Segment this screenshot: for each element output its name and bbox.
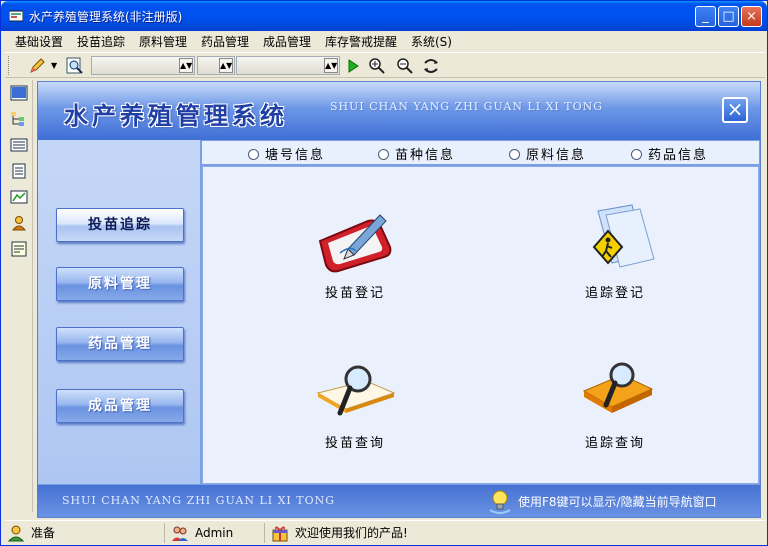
fry-query-function[interactable]: 投苗查询 <box>295 351 415 451</box>
zoom-in-icon[interactable] <box>367 56 387 76</box>
user-cell: Admin <box>169 523 265 543</box>
page-title: 水产养殖管理系统 <box>64 102 288 130</box>
app-window: 水产养殖管理系统(非注册版) _ □ × 基础设置 投苗追踪 原料管理 药品管理… <box>0 0 768 546</box>
lightbulb-icon <box>489 490 511 514</box>
nav-panel: 投苗追踪 原料管理 药品管理 成品管理 <box>38 140 200 484</box>
tab-strip: 塘号信息 苗种信息 原料信息 药品信息 <box>201 140 760 165</box>
refresh-icon[interactable] <box>421 56 441 76</box>
toolbar-combo-2[interactable]: ▲▼ <box>197 56 235 75</box>
menu-product-management[interactable]: 成品管理 <box>263 33 311 50</box>
window-icon[interactable] <box>10 85 28 101</box>
function-label: 投苗登记 <box>324 286 385 301</box>
toolbar-grip[interactable] <box>8 56 11 75</box>
close-button[interactable]: × <box>741 6 762 27</box>
radio-icon[interactable] <box>378 149 389 160</box>
nav-material-button[interactable]: 原料管理 <box>56 267 184 301</box>
menu-bar: 基础设置 投苗追踪 原料管理 药品管理 成品管理 库存警戒提醒 系统(S) <box>5 31 765 51</box>
tab-label: 原料信息 <box>526 148 587 163</box>
play-icon[interactable] <box>343 56 363 76</box>
chevron-down-icon[interactable]: ▲▼ <box>324 58 338 73</box>
tab-label: 塘号信息 <box>265 148 326 163</box>
tab-label: 苗种信息 <box>395 148 456 163</box>
function-label: 追踪登记 <box>584 286 645 301</box>
menu-system[interactable]: 系统(S) <box>411 33 452 50</box>
function-label: 追踪查询 <box>584 436 645 451</box>
menu-basic-settings[interactable]: 基础设置 <box>15 33 63 50</box>
status-bar: 准备 Admin 欢迎使用我们的产品! <box>5 520 765 544</box>
radio-icon[interactable] <box>248 149 259 160</box>
nav-fry-tracking-button[interactable]: 投苗追踪 <box>56 208 184 242</box>
preview-search-icon[interactable] <box>65 56 85 76</box>
pencil-icon[interactable] <box>27 56 47 76</box>
banner-pinyin: SHUI CHAN YANG ZHI GUAN LI XI TONG <box>330 100 604 113</box>
menu-stock-alert[interactable]: 库存警戒提醒 <box>325 33 397 50</box>
tab-pond-info[interactable]: 塘号信息 <box>248 144 325 163</box>
document-icon[interactable] <box>10 163 28 179</box>
chevron-down-icon[interactable]: ▲▼ <box>219 58 233 73</box>
radio-icon[interactable] <box>509 149 520 160</box>
menu-fry-tracking[interactable]: 投苗追踪 <box>77 33 125 50</box>
fry-register-function[interactable]: 投苗登记 <box>295 201 415 301</box>
toolbar-combo-1[interactable]: ▲▼ <box>91 56 195 75</box>
main-panel: 水产养殖管理系统 SHUI CHAN YANG ZHI GUAN LI XI T… <box>37 81 761 518</box>
tab-seed-info[interactable]: 苗种信息 <box>378 144 455 163</box>
nav-product-button[interactable]: 成品管理 <box>56 389 184 423</box>
banner: 水产养殖管理系统 SHUI CHAN YANG ZHI GUAN LI XI T… <box>38 82 760 140</box>
tab-material-info[interactable]: 原料信息 <box>509 144 586 163</box>
chart-icon[interactable] <box>10 189 28 205</box>
status-text: 准备 <box>31 526 56 540</box>
track-query-function[interactable]: 追踪查询 <box>555 351 675 451</box>
banner-close-button[interactable]: × <box>722 97 748 123</box>
footer-tip: 使用F8键可以显示/隐藏当前导航窗口 <box>518 495 717 509</box>
footer-pinyin: SHUI CHAN YANG ZHI GUAN LI XI TONG <box>62 494 336 507</box>
pedestrian-sign-folder-icon[interactable] <box>570 201 660 277</box>
content-area: 投苗登记 追踪登记 投苗查询 追踪查询 <box>202 166 759 484</box>
status-user-icon <box>7 525 25 542</box>
list-icon[interactable] <box>10 137 28 153</box>
chevron-down-icon[interactable]: ▼ <box>51 61 57 70</box>
footer-bar: SHUI CHAN YANG ZHI GUAN LI XI TONG 使用F8键… <box>38 485 760 517</box>
tab-drug-info[interactable]: 药品信息 <box>631 144 708 163</box>
toolbar: ▼ ▲▼ ▲▼ ▲▼ <box>5 52 765 78</box>
gift-box-icon <box>272 526 288 542</box>
app-icon <box>9 10 23 22</box>
maximize-button[interactable]: □ <box>718 6 739 27</box>
username: Admin <box>195 526 234 540</box>
radio-icon[interactable] <box>631 149 642 160</box>
status-cell: 准备 <box>5 523 165 543</box>
window-title: 水产养殖管理系统(非注册版) <box>29 10 183 24</box>
minimize-button[interactable]: _ <box>695 6 716 27</box>
nav-drug-button[interactable]: 药品管理 <box>56 327 184 361</box>
notes-icon[interactable] <box>10 241 28 257</box>
user-key-icon[interactable] <box>10 215 28 231</box>
menu-material-management[interactable]: 原料管理 <box>139 33 187 50</box>
title-bar[interactable]: 水产养殖管理系统(非注册版) _ □ × <box>1 1 767 31</box>
function-label: 投苗查询 <box>324 436 385 451</box>
left-icon-bar <box>5 80 33 512</box>
zoom-out-icon[interactable] <box>395 56 415 76</box>
users-icon <box>172 526 188 541</box>
message-cell: 欢迎使用我们的产品! <box>269 523 419 543</box>
magnifier-book-icon[interactable] <box>310 351 400 427</box>
chevron-down-icon[interactable]: ▲▼ <box>179 58 193 73</box>
magnifier-book-orange-icon[interactable] <box>570 351 660 427</box>
pencil-slate-icon[interactable] <box>310 201 400 277</box>
tab-label: 药品信息 <box>648 148 709 163</box>
tree-icon[interactable] <box>10 111 28 127</box>
track-register-function[interactable]: 追踪登记 <box>555 201 675 301</box>
menu-drug-management[interactable]: 药品管理 <box>201 33 249 50</box>
toolbar-combo-3[interactable]: ▲▼ <box>236 56 340 75</box>
status-message: 欢迎使用我们的产品! <box>295 526 408 540</box>
